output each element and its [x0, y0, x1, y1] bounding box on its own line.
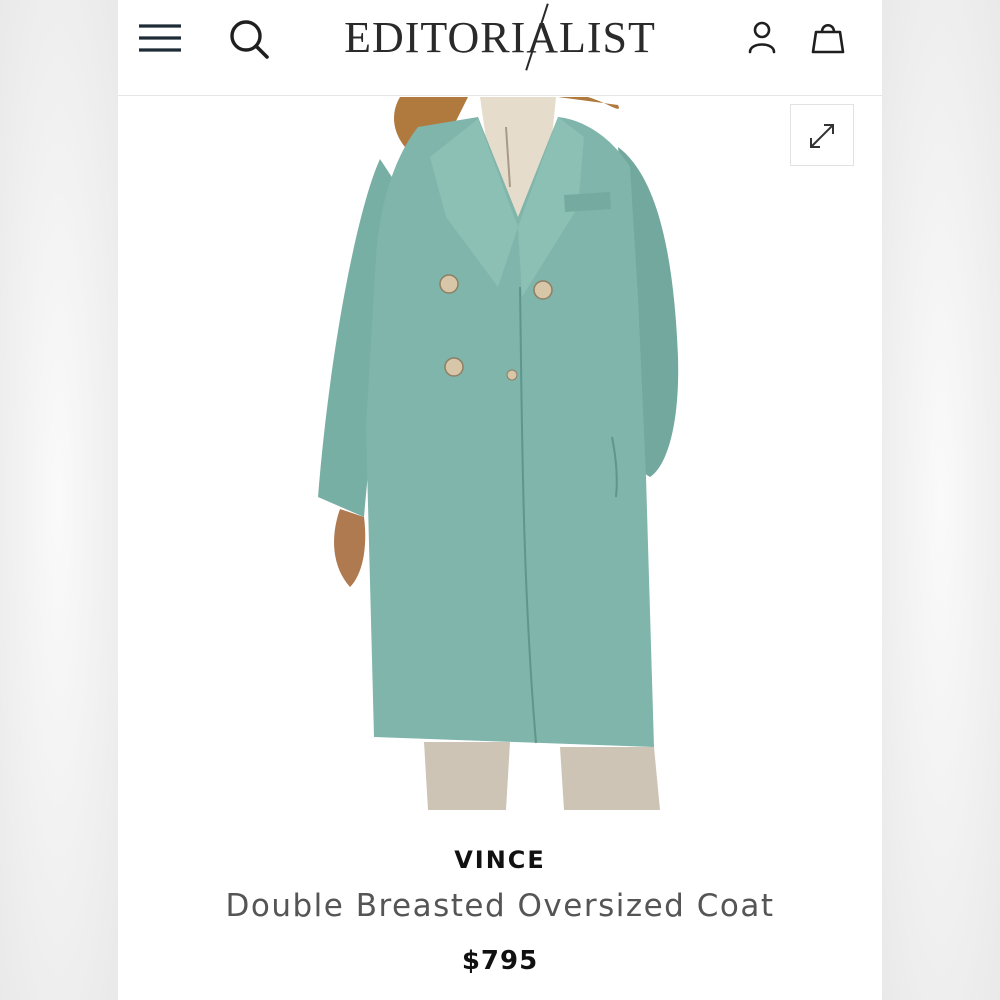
- hamburger-menu-icon[interactable]: [134, 12, 186, 64]
- site-header: EDITORIALIST: [118, 0, 882, 96]
- blurred-background-right: [882, 0, 1000, 1000]
- product-price: $795: [461, 946, 539, 976]
- product-image[interactable]: [118, 97, 882, 810]
- blurred-background-left: [0, 0, 118, 1000]
- expand-image-button[interactable]: [790, 104, 854, 166]
- site-logo[interactable]: EDITORIALIST: [328, 8, 672, 68]
- product-brand[interactable]: VINCE: [118, 846, 882, 874]
- search-icon[interactable]: [222, 12, 274, 64]
- user-account-icon[interactable]: [736, 12, 788, 64]
- product-name[interactable]: Double Breasted Oversized Coat: [118, 888, 882, 924]
- expand-arrows-icon: [810, 124, 834, 148]
- shopping-bag-icon[interactable]: [802, 12, 854, 64]
- product-page: EDITORIALIST VINCE Double Breasted Overs…: [118, 0, 882, 1000]
